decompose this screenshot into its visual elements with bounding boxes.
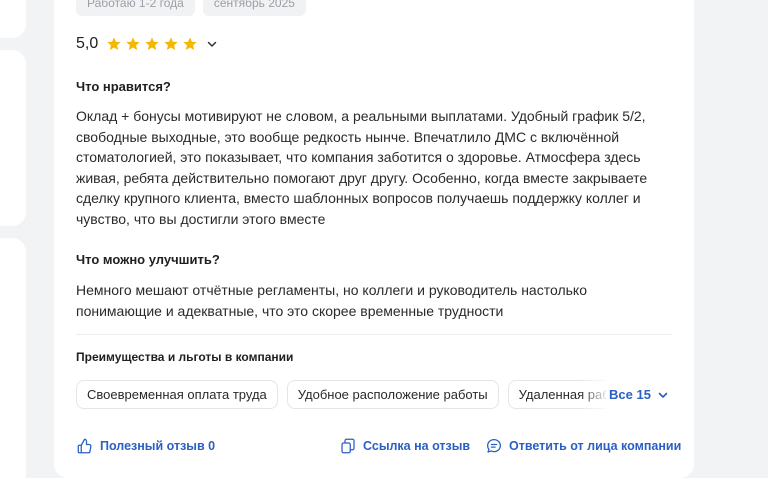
reply-as-company-label: Ответить от лица компании [509, 439, 682, 453]
benefits-chips: Своевременная оплата труда Удобное распо… [76, 380, 606, 409]
improve-text: Немного мешают отчётные регламенты, но к… [76, 282, 587, 319]
star-icon [107, 37, 121, 50]
thumbs-up-icon [77, 438, 92, 454]
likes-title: Что нравится? [76, 79, 171, 94]
chips-fade [580, 380, 610, 409]
review-tags: Работаю 1-2 года сентябрь 2025 [76, 0, 306, 16]
divider [76, 334, 672, 335]
left-card-bottom [0, 238, 26, 478]
benefit-chip[interactable]: Удобное расположение работы [286, 380, 499, 409]
benefits-title: Преимущества и льготы в компании [76, 350, 294, 364]
likes-text: Оклад + бонусы мотивируют не словом, а р… [76, 108, 648, 227]
chevron-down-icon [658, 392, 668, 398]
tag-date: сентябрь 2025 [202, 0, 306, 16]
left-card-middle [0, 50, 26, 226]
review-link-button[interactable]: Ссылка на отзыв [339, 437, 470, 455]
star-icon [183, 37, 197, 50]
copy-icon [341, 438, 355, 454]
show-all-benefits-button[interactable]: Все 15 [609, 387, 669, 402]
star-icon [164, 37, 178, 50]
rating-stars [106, 36, 198, 52]
left-card-top [0, 0, 26, 38]
star-icon [126, 37, 140, 50]
helpful-review-label: Полезный отзыв 0 [100, 439, 216, 453]
chat-bubble-icon [486, 438, 502, 453]
improve-title: Что можно улучшить? [76, 252, 220, 267]
benefit-chip[interactable]: Своевременная оплата труда [76, 380, 278, 409]
reply-as-company-button[interactable]: Ответить от лица компании [485, 437, 681, 455]
review-link-label: Ссылка на отзыв [363, 439, 471, 453]
helpful-review-button[interactable]: Полезный отзыв 0 [76, 437, 215, 455]
star-icon [145, 37, 159, 50]
rating-row[interactable]: 5,0 [76, 35, 218, 53]
rating-value: 5,0 [76, 35, 99, 52]
tag-experience: Работаю 1-2 года [76, 0, 195, 16]
show-all-label: Все 15 [609, 387, 651, 402]
chevron-down-icon[interactable] [206, 38, 218, 50]
